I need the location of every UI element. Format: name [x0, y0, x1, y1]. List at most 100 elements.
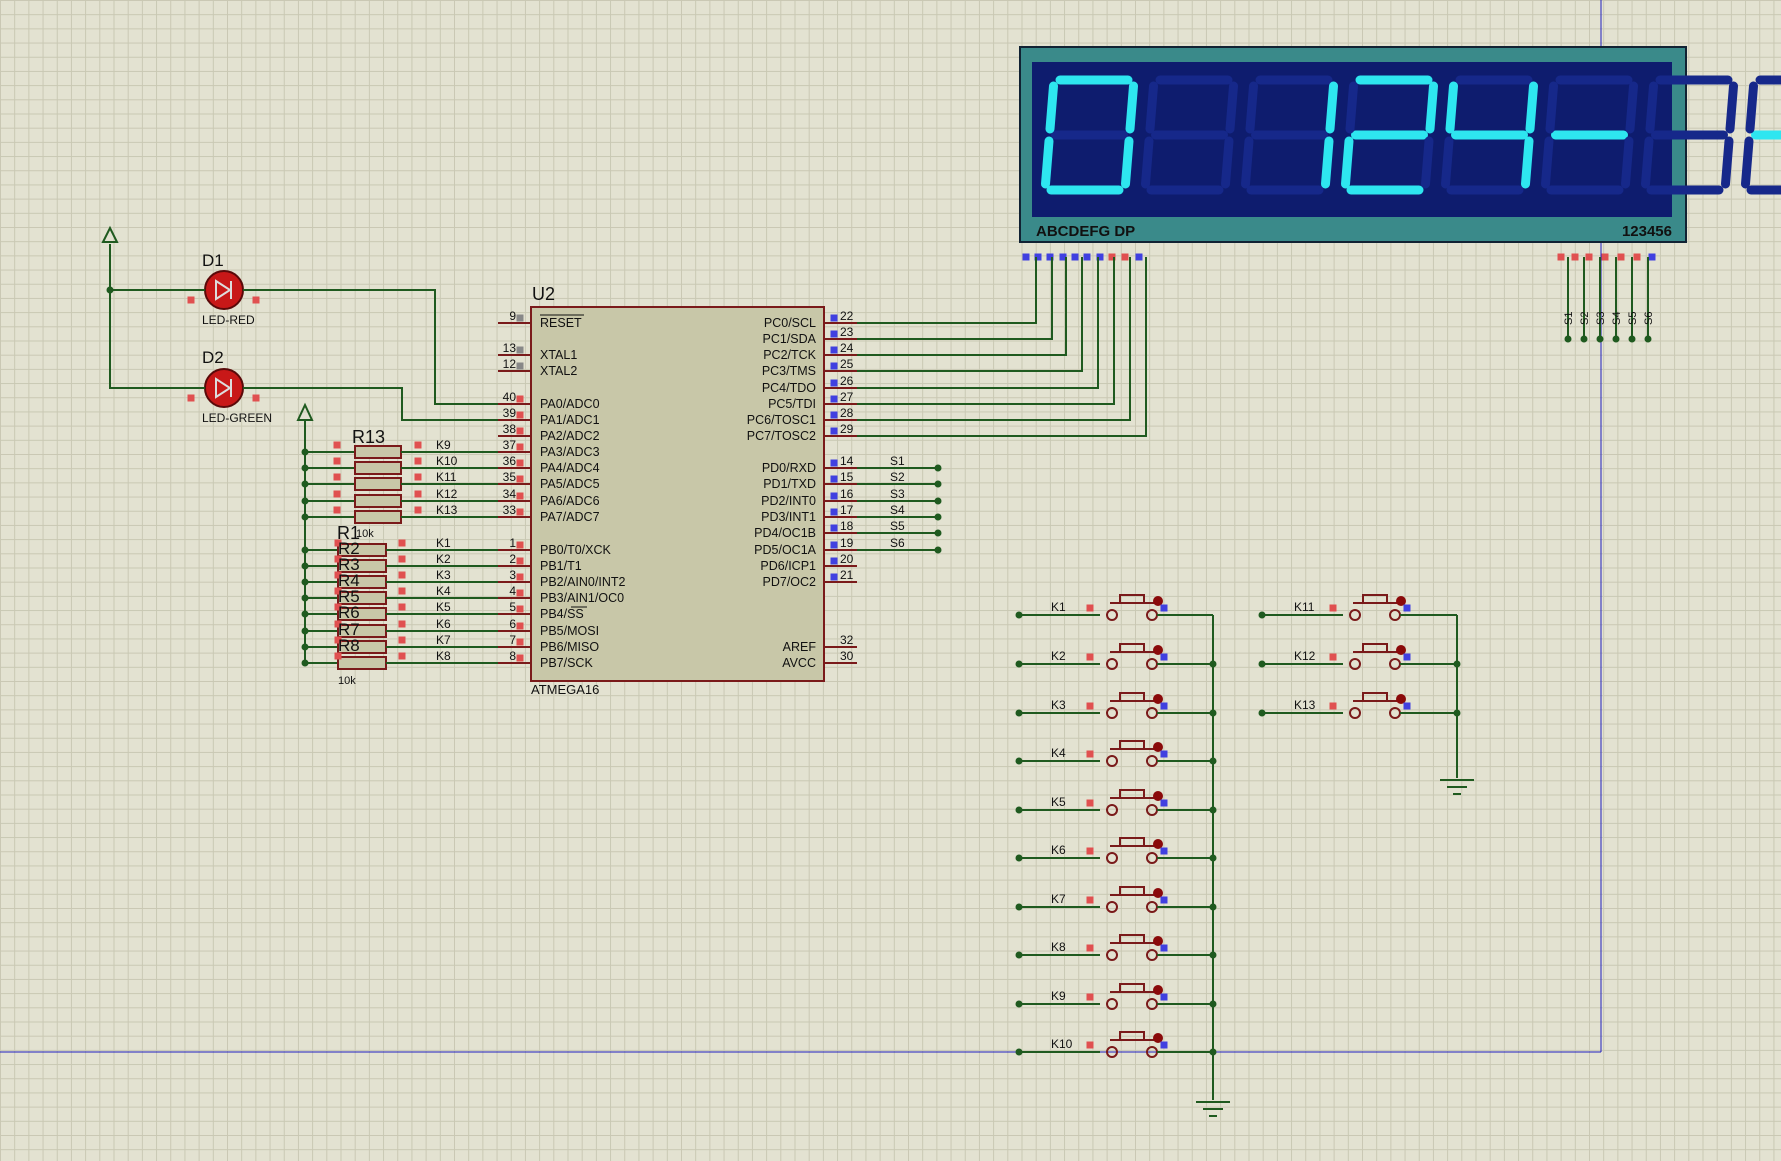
mcu-pin-number: 24 — [840, 341, 854, 355]
push-button[interactable] — [1106, 934, 1163, 961]
mcu-pin-marker — [830, 379, 838, 387]
rail-junction — [301, 464, 309, 472]
led-body[interactable] — [204, 368, 244, 408]
resistor-body[interactable] — [354, 461, 402, 475]
led-ref: D2 — [202, 348, 224, 367]
mcu-pin-name: XTAL2 — [540, 364, 577, 378]
portc-wire — [857, 257, 1037, 324]
button-label: K1 — [1051, 600, 1066, 614]
mcu-pin-marker — [830, 346, 838, 354]
button-contact — [1106, 852, 1118, 864]
mcu-pin-number: 13 — [503, 341, 517, 355]
mcu-pin-number: 12 — [503, 357, 517, 371]
resistor-body[interactable] — [354, 445, 402, 459]
button-label: K7 — [1051, 892, 1066, 906]
rail-junction — [301, 546, 309, 554]
mcu-pin-number: 29 — [840, 422, 854, 436]
mcu-pin-number: 37 — [503, 438, 517, 452]
button-cap — [1119, 934, 1145, 944]
segment-f — [1545, 81, 1559, 134]
display-digit-pin — [1617, 253, 1625, 261]
segment-f — [1145, 81, 1159, 134]
mcu-pin-marker — [516, 541, 524, 549]
mcu-pin-number: 35 — [503, 470, 517, 484]
mcu-pin-marker — [516, 557, 524, 565]
mcu-pin-marker — [516, 346, 524, 354]
push-button[interactable] — [1349, 594, 1406, 621]
push-button[interactable] — [1106, 886, 1163, 913]
schematic-canvas[interactable]: ABCDEFG DP 123456 S1 S2 S3 S4 S5 S6 U2 ATMEGA16 9 R… — [0, 0, 1781, 1161]
resistor-ref: R13 — [352, 427, 385, 447]
mcu-pin-name: PD5/OC1A — [754, 543, 816, 557]
led-pin — [187, 394, 195, 402]
button-contact — [1146, 901, 1158, 913]
mcu-pin-name: PC5/TDI — [768, 397, 816, 411]
button-label: K6 — [1051, 843, 1066, 857]
portd-junction — [934, 480, 942, 488]
led-body[interactable] — [204, 270, 244, 310]
resistor-body[interactable] — [354, 510, 402, 524]
push-button[interactable] — [1106, 837, 1163, 864]
button-pin — [1160, 604, 1168, 612]
push-button[interactable] — [1106, 789, 1163, 816]
resistor-pin — [414, 473, 422, 481]
push-button[interactable] — [1106, 594, 1163, 621]
button-pin — [1086, 847, 1094, 855]
mcu-pin-marker — [516, 605, 524, 613]
display-digit-pin — [1633, 253, 1641, 261]
button-pin — [1086, 993, 1094, 1001]
resistor-pin — [414, 457, 422, 465]
button-pin — [1086, 896, 1094, 904]
resistor-body[interactable] — [354, 494, 402, 508]
power-rail-led — [109, 244, 205, 389]
push-button[interactable] — [1106, 643, 1163, 670]
segment-b — [1625, 81, 1639, 134]
push-button[interactable] — [1106, 740, 1163, 767]
display-digit-pin — [1585, 253, 1593, 261]
portd-junction — [934, 546, 942, 554]
button-label: K13 — [1294, 698, 1316, 712]
rail-junction — [301, 610, 309, 618]
led-rail-junction — [106, 286, 114, 294]
mcu-pin-name: PA3/ADC3 — [540, 445, 600, 459]
resistor-pin — [334, 652, 342, 660]
push-button[interactable] — [1349, 643, 1406, 670]
segment-b — [1125, 81, 1139, 134]
display-digit-pin — [1571, 253, 1579, 261]
push-button[interactable] — [1106, 1031, 1163, 1058]
button-pin — [1086, 702, 1094, 710]
mcu-pin-number: 5 — [509, 600, 516, 614]
segment-c — [1220, 136, 1234, 189]
mcu-pin-marker — [830, 492, 838, 500]
mcu-pin-number: 27 — [840, 390, 854, 404]
push-button[interactable] — [1106, 983, 1163, 1010]
resistor-pin — [333, 506, 341, 514]
button-pin — [1160, 799, 1168, 807]
rail-junction — [301, 578, 309, 586]
button-label: K3 — [1051, 698, 1066, 712]
net-label: K7 — [436, 633, 451, 647]
mcu-pin-marker — [516, 362, 524, 370]
resistor-pin — [398, 652, 406, 660]
display-segment-pin — [1083, 253, 1091, 261]
mcu-pin-name: PB0/T0/XCK — [540, 543, 612, 557]
resistor-body[interactable] — [354, 477, 402, 491]
mcu-pin-number: 9 — [509, 309, 516, 323]
push-button[interactable] — [1349, 692, 1406, 719]
portc-wire — [857, 257, 1147, 437]
button-pin — [1403, 653, 1411, 661]
portd-net-label: S5 — [890, 519, 905, 533]
button-cap — [1119, 789, 1145, 799]
resistor-body[interactable] — [337, 656, 387, 670]
display-segment-pin — [1135, 253, 1143, 261]
mcu-pin-marker — [830, 411, 838, 419]
push-button[interactable] — [1106, 692, 1163, 719]
button-pin — [1160, 944, 1168, 952]
mcu-pin-number: 18 — [840, 519, 854, 533]
button-contact — [1389, 609, 1401, 621]
mcu-pin-marker — [830, 459, 838, 467]
mcu-pin-name: PB4/SS — [540, 607, 584, 621]
schematic-svg[interactable]: ABCDEFG DP 123456S1 S2 S3 S4 S5 S6U2ATMEGA169 R… — [0, 0, 1781, 1161]
mcu-part: ATMEGA16 — [531, 682, 599, 697]
button-pin — [1086, 799, 1094, 807]
